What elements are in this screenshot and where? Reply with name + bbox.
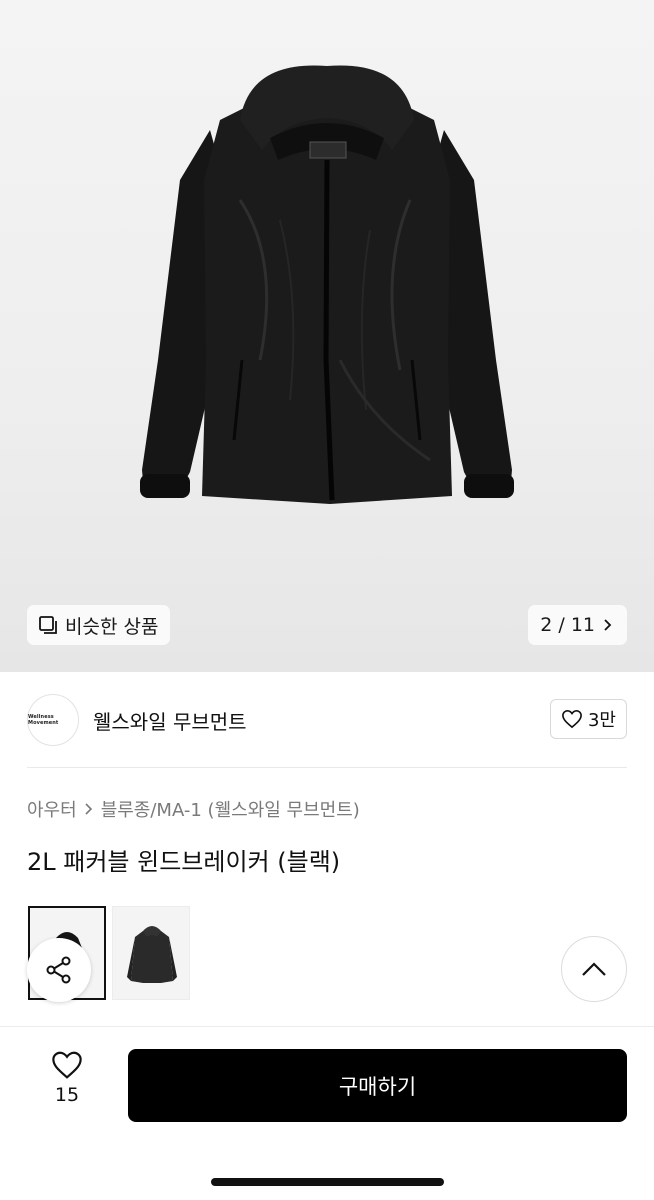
product-jacket-image (140, 65, 514, 504)
brand-logo-text: Wellness Movement (28, 714, 59, 726)
share-button[interactable] (27, 938, 91, 1002)
similar-items-button[interactable]: 비슷한 상품 (27, 605, 171, 645)
scroll-top-button[interactable] (561, 936, 627, 1002)
brand-like-count: 3만 (587, 710, 616, 731)
chevron-up-icon (582, 962, 606, 976)
share-icon (46, 956, 71, 984)
breadcrumb-subcategory[interactable]: 블루종/MA-1 (웰스와일 무브먼트) (101, 796, 360, 822)
thumbnail-jacket-image (113, 907, 189, 999)
color-option-thumbnail[interactable] (112, 906, 190, 1000)
divider (27, 767, 627, 768)
product-like-count: 15 (54, 1084, 80, 1106)
chevron-right-icon (604, 619, 612, 631)
brand-name[interactable]: 웰스와일 무브먼트 (93, 706, 247, 735)
image-pager[interactable]: 2 / 11 (528, 605, 627, 645)
brand-row[interactable]: Wellness Movement 웰스와일 무브먼트 3만 (27, 692, 627, 748)
similar-items-icon (39, 616, 57, 634)
similar-items-label: 비슷한 상품 (65, 615, 159, 638)
product-like-button[interactable]: 15 (36, 1050, 98, 1106)
breadcrumb: 아우터 블루종/MA-1 (웰스와일 무브먼트) (27, 796, 360, 822)
heart-icon (562, 709, 582, 729)
buy-button[interactable]: 구매하기 (128, 1049, 627, 1122)
brand-logo[interactable]: Wellness Movement (27, 694, 79, 746)
breadcrumb-category[interactable]: 아우터 (27, 796, 77, 822)
product-title: 2L 패커블 윈드브레이커 (블랙) (27, 848, 341, 876)
heart-icon (52, 1051, 82, 1079)
product-image-carousel[interactable]: 비슷한 상품 2 / 11 (0, 0, 654, 672)
home-indicator (211, 1178, 444, 1186)
chevron-right-icon (85, 803, 92, 815)
image-pager-count: 2 / 11 (540, 614, 595, 636)
brand-like-button[interactable]: 3만 (549, 699, 627, 739)
